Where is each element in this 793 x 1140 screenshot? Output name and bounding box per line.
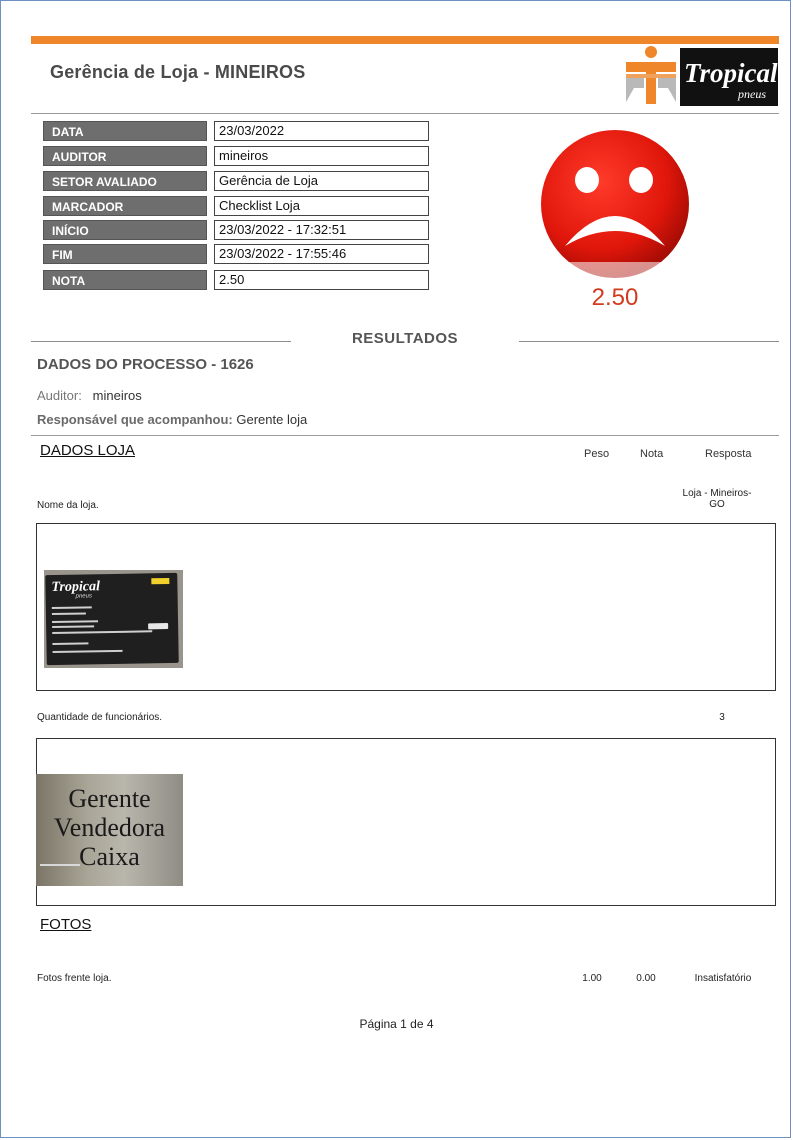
info-value: Checklist Loja bbox=[214, 196, 429, 216]
info-label: AUDITOR bbox=[43, 146, 207, 166]
card-text-line bbox=[52, 620, 99, 624]
answer-nome-loja: Loja - Mineiros- GO bbox=[672, 488, 762, 510]
results-title: RESULTADOS bbox=[351, 330, 459, 347]
card-text-line bbox=[52, 649, 123, 654]
info-label: INÍCIO bbox=[43, 220, 207, 240]
answer-line: GO bbox=[709, 499, 725, 510]
section-heading-dados-loja: DADOS LOJA bbox=[40, 442, 136, 459]
page-number: Página 1 de 4 bbox=[359, 1017, 434, 1031]
answer-quantidade-funcionarios: 3 bbox=[719, 712, 725, 723]
info-value: 23/03/2022 bbox=[214, 121, 429, 141]
note-line: Vendedora bbox=[53, 813, 166, 842]
business-card-photo[interactable]: Tropical pneus bbox=[44, 570, 183, 668]
process-responsible: Responsável que acompanhou: Gerente loja bbox=[37, 412, 307, 427]
process-auditor: Auditor: mineiros bbox=[37, 388, 142, 403]
info-label: FIM bbox=[43, 244, 207, 264]
page-title: Gerência de Loja - MINEIROS bbox=[50, 62, 306, 82]
results-rule-right bbox=[519, 341, 779, 342]
logo-sub-text: pneus bbox=[737, 87, 766, 101]
answer-line: Loja - Mineiros- bbox=[682, 488, 752, 499]
card-chip bbox=[148, 623, 169, 630]
nota-fotos-frente: 0.00 bbox=[636, 973, 656, 984]
info-value: Gerência de Loja bbox=[214, 171, 429, 191]
header-accent-bar bbox=[31, 36, 779, 44]
card-body: Tropical pneus bbox=[45, 572, 179, 666]
question-quantidade-funcionarios: Quantidade de funcionários. bbox=[37, 712, 163, 723]
note-text: Gerente Vendedora Caixa bbox=[36, 784, 183, 871]
column-resposta: Resposta bbox=[705, 448, 752, 460]
note-line: Gerente bbox=[68, 784, 151, 813]
section-divider bbox=[31, 435, 779, 436]
card-text-line bbox=[51, 606, 92, 610]
peso-fotos-frente: 1.00 bbox=[582, 973, 602, 984]
column-peso: Peso bbox=[584, 448, 610, 460]
header-divider bbox=[31, 113, 779, 114]
info-value: 23/03/2022 - 17:55:46 bbox=[214, 244, 429, 264]
logo-brand-text: Tropical bbox=[684, 58, 778, 88]
score-value: 2.50 bbox=[591, 284, 639, 311]
results-rule-left bbox=[31, 341, 291, 342]
process-title: DADOS DO PROCESSO - 1626 bbox=[37, 356, 254, 373]
card-text-line bbox=[51, 612, 86, 616]
info-value: 23/03/2022 - 17:32:51 bbox=[214, 220, 429, 240]
info-label: NOTA bbox=[43, 270, 207, 290]
process-auditor-label: Auditor: bbox=[37, 388, 82, 403]
resposta-fotos-frente: Insatisfatório bbox=[694, 973, 752, 984]
tropical-pneus-logo: Tropical pneus bbox=[626, 46, 778, 106]
logo-figure-icon bbox=[626, 46, 676, 104]
card-text-line bbox=[52, 625, 95, 629]
question-fotos-frente: Fotos frente loja. bbox=[37, 973, 112, 984]
process-responsible-label: Responsável que acompanhou: bbox=[37, 412, 233, 427]
card-text-line bbox=[52, 630, 153, 635]
process-responsible-value: Gerente loja bbox=[236, 412, 308, 427]
info-value: 2.50 bbox=[214, 270, 429, 290]
note-watermark bbox=[40, 864, 80, 866]
info-value: mineiros bbox=[214, 146, 429, 166]
card-badge bbox=[151, 577, 170, 585]
handwritten-note-photo[interactable]: Gerente Vendedora Caixa bbox=[36, 774, 183, 886]
info-label: MARCADOR bbox=[43, 196, 207, 216]
info-label: DATA bbox=[43, 121, 207, 141]
column-nota: Nota bbox=[640, 448, 664, 460]
card-brand-subtext: pneus bbox=[75, 593, 93, 600]
sad-face-icon bbox=[535, 130, 695, 284]
note-line: Caixa bbox=[79, 842, 140, 871]
process-auditor-value: mineiros bbox=[92, 388, 142, 403]
question-nome-loja: Nome da loja. bbox=[37, 500, 99, 511]
card-text-line bbox=[52, 642, 89, 646]
section-heading-fotos: FOTOS bbox=[40, 916, 92, 933]
info-label: SETOR AVALIADO bbox=[43, 171, 207, 191]
